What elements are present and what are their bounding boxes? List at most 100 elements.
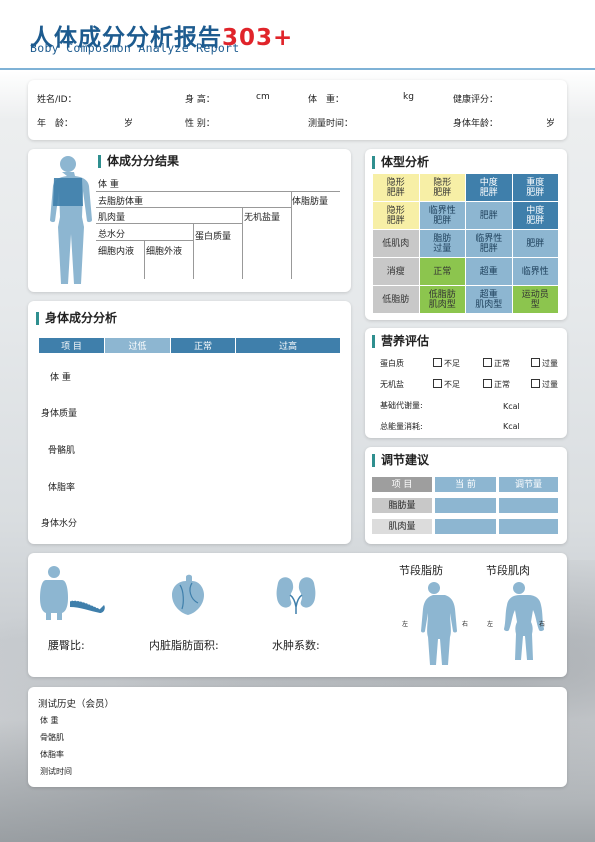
seg-muscle-left: 左 xyxy=(487,621,494,628)
adjust-row-muscle: 肌肉量 xyxy=(372,519,432,534)
adjust-header-current: 当 前 xyxy=(435,477,496,492)
adjust-muscle-amount xyxy=(499,519,558,534)
bodytype-cell: 脂肪 过量 xyxy=(419,230,465,257)
nutrition-energy-unit: Kcal xyxy=(503,422,520,431)
adjust-header-item: 项 目 xyxy=(372,477,432,492)
comp-vline-icw xyxy=(144,240,145,279)
analysis-header-item: 项 目 xyxy=(39,338,104,353)
health-label: 健康评分： xyxy=(453,95,499,105)
nutrition-bmr-label: 基础代谢量: xyxy=(380,401,423,410)
composition-title: 体成分分结果 xyxy=(98,155,179,168)
bodytype-cell: 隐形 肥胖 xyxy=(419,174,465,201)
comp-line-3 xyxy=(96,223,242,224)
history-title: 测试历史（会员） xyxy=(38,699,115,710)
composition-card: 体成分分结果 体 重 去脂肪体重 体脂肪量 肌肉量 无机盐量 总水分 蛋白质量 … xyxy=(28,149,351,292)
comp-muscle: 肌肉量 xyxy=(98,213,126,223)
comp-icw: 细胞内液 xyxy=(98,247,135,257)
seg-muscle-right: 右 xyxy=(539,621,546,628)
age-unit: 岁 xyxy=(124,119,134,129)
segment-fat-title: 节段脂肪 xyxy=(399,564,443,577)
analysis-header-normal: 正常 xyxy=(171,338,235,353)
bodytype-cell: 运动员 型 xyxy=(512,286,558,313)
analysis-header-low: 过低 xyxy=(105,338,170,353)
comp-line-2 xyxy=(96,207,291,208)
bodyage-unit: 岁 xyxy=(546,119,556,129)
adjust-header-amount: 调节量 xyxy=(499,477,558,492)
nutrition-mineral-low[interactable]: 不足 xyxy=(433,379,460,390)
bodytype-cell: 肥胖 xyxy=(466,202,512,229)
nutrition-protein-high[interactable]: 过量 xyxy=(531,358,558,369)
history-row-time: 测试时间 xyxy=(40,767,72,776)
indices-card: 腰臀比: 内脏脂肪面积: 水肿系数: 节段脂肪 节段肌肉 左 右 左 右 xyxy=(28,553,567,677)
weight-label: 体 重： xyxy=(308,95,345,105)
analysis-card: 身体成分分析 项 目 过低 正常 过高 体 重 身体质量 骨骼肌 体脂率 身体水… xyxy=(28,301,351,544)
height-unit: cm xyxy=(256,92,270,102)
bodytype-cell: 超重 肌肉型 xyxy=(466,286,512,313)
height-label: 身 高： xyxy=(185,95,215,105)
nutrition-protein: 蛋白质 xyxy=(380,359,404,368)
comp-fat: 体脂肪量 xyxy=(292,197,329,207)
whr-label: 腰臀比: xyxy=(48,639,85,652)
bodytype-cell: 隐形 肥胖 xyxy=(373,174,419,201)
nutrition-mineral: 无机盐 xyxy=(380,380,404,389)
history-row-fatrate: 体脂率 xyxy=(40,750,64,759)
time-label: 测量时间： xyxy=(308,119,354,129)
bodytype-cell: 临界性 肥胖 xyxy=(466,230,512,257)
gender-label: 性 别： xyxy=(185,119,215,129)
bodytype-cell: 临界性 肥胖 xyxy=(419,202,465,229)
adjust-row-fat: 脂肪量 xyxy=(372,498,432,513)
analysis-header-high: 过高 xyxy=(236,338,340,353)
segment-muscle-title: 节段肌肉 xyxy=(486,564,530,577)
bodytype-cell: 隐形 肥胖 xyxy=(373,202,419,229)
nutrition-energy-label: 总能量消耗: xyxy=(380,422,423,431)
bodytype-cell: 低脂肪 肌肉型 xyxy=(419,286,465,313)
analysis-row-skeletal: 骨骼肌 xyxy=(48,446,76,456)
analysis-row-weight: 体 重 xyxy=(50,373,71,383)
heart-icon xyxy=(172,574,204,615)
analysis-title: 身体成分分析 xyxy=(36,312,117,325)
weight-unit: kg xyxy=(403,92,414,102)
page-header: 人体成分分析报告303+ Boby Composmon Analyze Repo… xyxy=(0,0,595,72)
bodytype-cell: 肥胖 xyxy=(512,230,558,257)
nutrition-mineral-normal[interactable]: 正常 xyxy=(483,379,510,390)
info-card: 姓名/ID： 身 高： cm 体 重： kg 健康评分： 年 龄： 岁 性 别：… xyxy=(28,80,567,140)
adjust-card: 调节建议 项 目 当 前 调节量 脂肪量 肌肉量 xyxy=(365,447,567,544)
seg-fat-right: 右 xyxy=(462,621,469,628)
history-row-skeletal: 骨骼肌 xyxy=(40,733,64,742)
comp-vline-protein xyxy=(193,223,194,279)
analysis-row-mass: 身体质量 xyxy=(41,409,78,419)
comp-vline-fat xyxy=(291,191,292,279)
analysis-row-water: 身体水分 xyxy=(41,519,78,529)
bodytype-cell: 消瘦 xyxy=(373,258,419,285)
nutrition-protein-low[interactable]: 不足 xyxy=(433,358,460,369)
adjust-fat-current xyxy=(435,498,496,513)
visceral-label: 内脏脂肪面积: xyxy=(149,639,219,652)
waist-hip-icon xyxy=(40,566,105,620)
analysis-row-fatrate: 体脂率 xyxy=(48,483,76,493)
nutrition-mineral-high[interactable]: 过量 xyxy=(531,379,558,390)
comp-weight: 体 重 xyxy=(98,180,119,190)
bodytype-cell: 中度 肥胖 xyxy=(512,202,558,229)
adjust-fat-amount xyxy=(499,498,558,513)
bodytype-cell: 低肌肉 xyxy=(373,230,419,257)
comp-line-1 xyxy=(96,191,340,192)
bodyage-label: 身体年龄： xyxy=(453,119,499,129)
comp-vline-mineral xyxy=(242,207,243,279)
bodytype-cell: 重度 肥胖 xyxy=(512,174,558,201)
nutrition-title: 营养评估 xyxy=(372,335,429,348)
kidney-icon xyxy=(276,577,316,614)
nutrition-card: 营养评估 蛋白质 不足 正常 过量 无机盐 不足 正常 过量 基础代谢量: Kc… xyxy=(365,328,567,438)
adjust-muscle-current xyxy=(435,519,496,534)
bodytype-cell: 临界性 xyxy=(512,258,558,285)
edema-label: 水肿系数: xyxy=(272,639,320,652)
comp-water: 总水分 xyxy=(98,230,126,240)
bodytype-grid: 隐形 肥胖 隐形 肥胖 中度 肥胖 重度 肥胖 隐形 肥胖 临界性 肥胖 肥胖 中度 肥胖 低肌… xyxy=(373,174,559,314)
segment-fat-figure-icon xyxy=(421,582,457,665)
bodytype-cell: 中度 肥胖 xyxy=(466,174,512,201)
comp-lean: 去脂肪体重 xyxy=(98,197,144,207)
body-figure-icon xyxy=(50,156,92,284)
bodytype-card: 体型分析 隐形 肥胖 隐形 肥胖 中度 肥胖 重度 肥胖 隐形 肥胖 临界性 肥胖 肥胖 中度… xyxy=(365,149,567,320)
nutrition-protein-normal[interactable]: 正常 xyxy=(483,358,510,369)
page-subtitle: Boby Composmon Analyze Report xyxy=(30,41,240,55)
bodytype-cell: 低脂肪 xyxy=(373,286,419,313)
